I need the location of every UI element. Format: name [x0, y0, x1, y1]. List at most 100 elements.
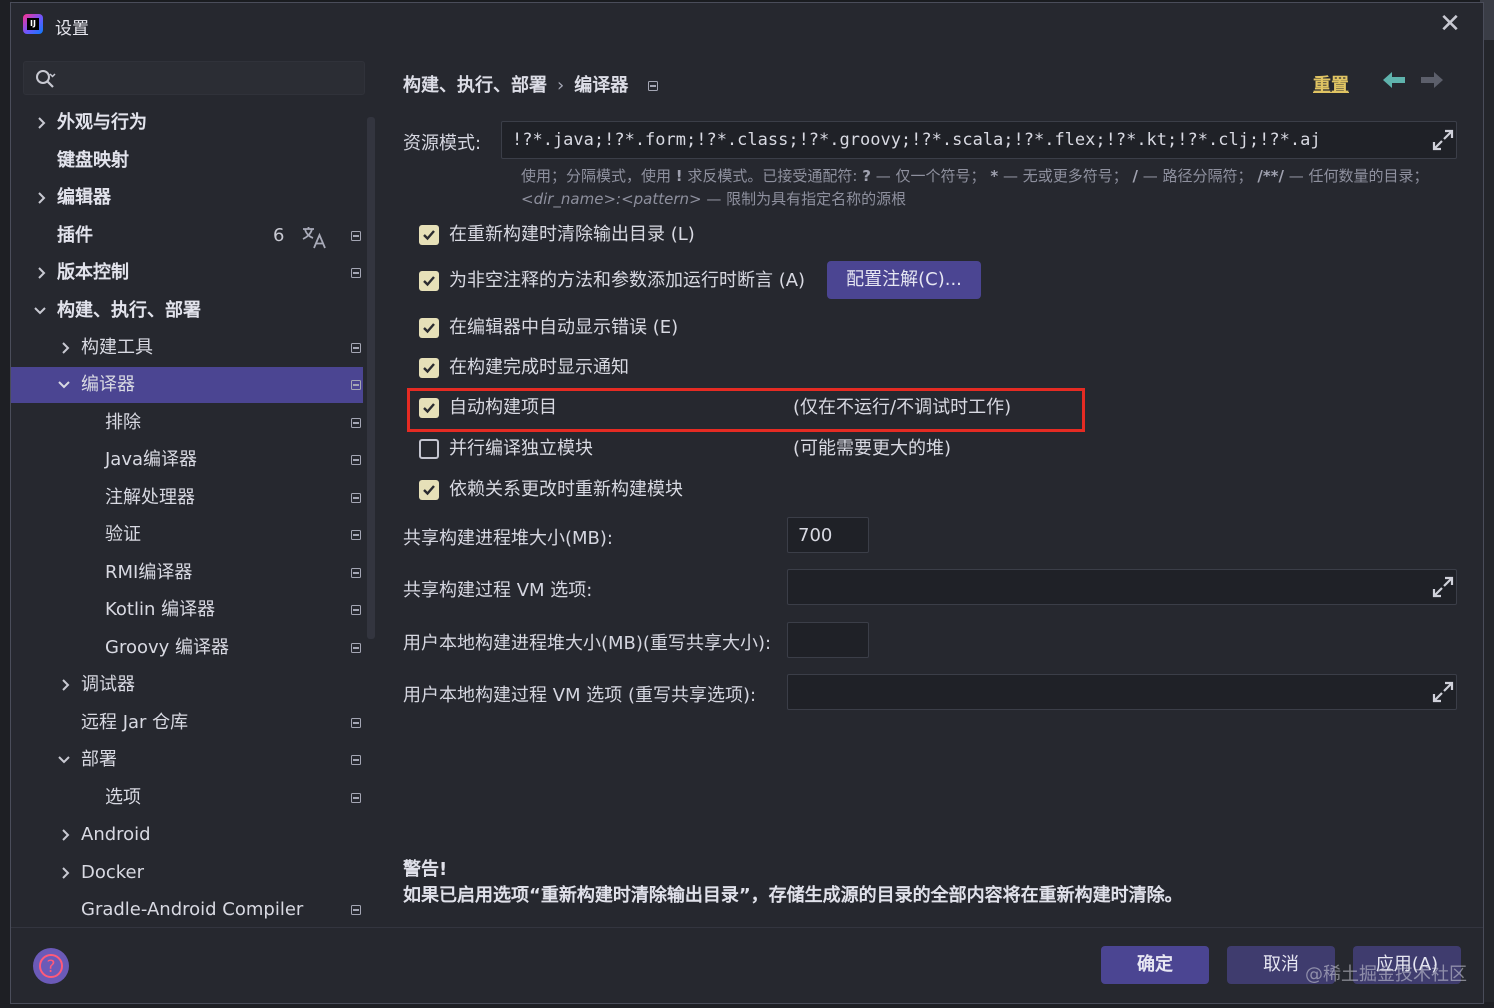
project-level-icon	[351, 455, 361, 465]
project-level-icon	[351, 755, 361, 765]
sidebar-item-android[interactable]: Android	[11, 817, 363, 853]
user-vm-options-label: 用户本地构建过程 VM 选项 (重写共享选项):	[403, 685, 757, 706]
sidebar-item-label: 远程 Jar 仓库	[81, 712, 189, 733]
search-icon	[36, 70, 56, 88]
checkbox-label: 依赖关系更改时重新构建模块	[449, 479, 683, 500]
compile-modules-in-parallel-checkbox[interactable]: 并行编译独立模块 (可能需要更大的堆)	[419, 435, 1059, 463]
sidebar-item-label: RMI编译器	[105, 562, 193, 583]
sidebar-item-label: 编译器	[81, 374, 135, 395]
checkbox-checked[interactable]	[419, 398, 439, 418]
chevron-right-icon	[38, 267, 46, 279]
sidebar-item-label: 构建、执行、部署	[57, 300, 201, 321]
sidebar-item-groovy-compiler[interactable]: Groovy 编译器	[11, 630, 363, 666]
checkbox-note: (可能需要更大的堆)	[793, 438, 952, 459]
chevron-right-icon	[62, 342, 70, 354]
project-level-icon	[351, 493, 361, 503]
checkbox-label: 在编辑器中自动显示错误 (E)	[449, 317, 679, 338]
plugin-update-count: 6	[273, 225, 285, 246]
warning-text: 如果已启用选项“重新构建时清除输出目录”，存储生成源的目录的全部内容将在重新构建…	[403, 885, 1183, 906]
arrow-right-icon[interactable]	[1419, 69, 1445, 91]
project-level-icon	[351, 231, 361, 241]
checkbox-label: 为非空注释的方法和参数添加运行时断言 (A)	[449, 270, 806, 291]
resource-patterns-input[interactable]	[501, 121, 1457, 159]
sidebar-item-editor[interactable]: 编辑器	[11, 180, 363, 216]
sidebar-item-deployment[interactable]: 部署	[11, 742, 363, 778]
project-level-icon	[351, 268, 361, 278]
sidebar-item-debugger[interactable]: 调试器	[11, 667, 363, 703]
sidebar-item-label: Groovy 编译器	[105, 637, 230, 658]
checkbox-checked[interactable]	[419, 225, 439, 245]
shared-heap-label: 共享构建进程堆大小(MB):	[403, 528, 613, 549]
expand-icon[interactable]	[1431, 680, 1455, 704]
checkbox-checked[interactable]	[419, 358, 439, 378]
sidebar-item-build-tools[interactable]: 构建工具	[11, 330, 363, 366]
sidebar-item-annotation-processors[interactable]: 注解处理器	[11, 480, 363, 516]
breadcrumb-item[interactable]: 构建、执行、部署	[403, 75, 547, 96]
user-heap-input[interactable]	[787, 622, 869, 658]
project-level-icon	[351, 905, 361, 915]
arrow-left-icon[interactable]	[1381, 69, 1407, 91]
sidebar-item-options[interactable]: 选项	[11, 780, 363, 816]
project-level-icon	[351, 643, 361, 653]
build-project-automatically-checkbox[interactable]: 自动构建项目 (仅在不运行/不调试时工作)	[419, 394, 1059, 422]
chevron-right-icon	[62, 829, 70, 841]
project-level-icon	[351, 418, 361, 428]
sidebar-item-excludes[interactable]: 排除	[11, 405, 363, 441]
checkbox-checked[interactable]	[419, 318, 439, 338]
sidebar-item-label: 外观与行为	[57, 112, 147, 133]
checkbox-unchecked[interactable]	[419, 439, 439, 459]
shared-heap-input[interactable]	[787, 517, 869, 553]
configure-annotations-button[interactable]: 配置注解(C)...	[827, 261, 981, 299]
chevron-right-icon	[62, 679, 70, 691]
shared-vm-options-input[interactable]	[787, 569, 1457, 605]
sidebar-item-appearance[interactable]: 外观与行为	[11, 105, 363, 141]
sidebar-item-java-compiler[interactable]: Java编译器	[11, 442, 363, 478]
reset-link[interactable]: 重置	[1313, 71, 1349, 97]
sidebar-item-label: Gradle-Android Compiler	[81, 899, 304, 920]
search-input[interactable]	[60, 64, 360, 92]
chevron-right-icon	[38, 117, 46, 129]
sidebar-item-label: 插件	[57, 225, 93, 246]
resource-patterns-hint: 使用；分隔模式，使用 ! 求反模式。已接受通配符: ? — 仅一个符号； * —…	[521, 167, 1429, 208]
sidebar-item-label: 注解处理器	[105, 487, 195, 508]
settings-dialog: IJ 设置 ✕ 外观与行为 键盘映射 编辑器 插件 6 版本控制 构建、执行、部…	[10, 2, 1484, 1004]
project-level-icon	[351, 568, 361, 578]
chevron-right-icon	[62, 867, 70, 879]
sidebar-item-kotlin-compiler[interactable]: Kotlin 编译器	[11, 592, 363, 628]
ok-button[interactable]: 确定	[1101, 946, 1209, 984]
expand-icon[interactable]	[1431, 128, 1455, 152]
sidebar-item-gradle-android-compiler[interactable]: Gradle-Android Compiler	[11, 892, 363, 928]
sidebar-item-remote-jar-repositories[interactable]: 远程 Jar 仓库	[11, 705, 363, 741]
project-level-icon	[648, 81, 659, 91]
sidebar-item-vcs[interactable]: 版本控制	[11, 255, 363, 291]
chevron-down-icon	[58, 756, 70, 764]
warning-title: 警告!	[403, 859, 448, 880]
sidebar-item-plugins[interactable]: 插件 6	[11, 218, 363, 254]
checkbox-checked[interactable]	[419, 271, 439, 291]
sidebar-item-validation[interactable]: 验证	[11, 517, 363, 553]
project-level-icon	[351, 718, 361, 728]
breadcrumb: 构建、执行、部署 › 编译器	[403, 71, 659, 97]
settings-sidebar: 外观与行为 键盘映射 编辑器 插件 6 版本控制 构建、执行、部署 构建工具 编…	[11, 47, 375, 927]
sidebar-item-keymap[interactable]: 键盘映射	[11, 143, 363, 179]
sidebar-item-label: 排除	[105, 412, 141, 433]
project-level-icon	[351, 605, 361, 615]
help-icon[interactable]: ?	[33, 948, 69, 984]
sidebar-item-rmi-compiler[interactable]: RMI编译器	[11, 555, 363, 591]
close-icon[interactable]: ✕	[1435, 9, 1465, 39]
sidebar-scrollbar[interactable]	[367, 117, 375, 639]
sidebar-item-label: 部署	[81, 749, 117, 770]
sidebar-item-compiler[interactable]: 编译器	[11, 367, 363, 403]
settings-search[interactable]	[23, 61, 365, 95]
project-level-icon	[351, 530, 361, 540]
sidebar-item-label: 编辑器	[57, 187, 111, 208]
expand-icon[interactable]	[1431, 575, 1455, 599]
title-bar: IJ 设置 ✕	[11, 3, 1483, 47]
background-window-edge-right	[1484, 0, 1494, 1008]
user-vm-options-input[interactable]	[787, 674, 1457, 710]
checkbox-checked[interactable]	[419, 480, 439, 500]
sidebar-item-build-execution-deployment[interactable]: 构建、执行、部署	[11, 293, 363, 329]
sidebar-item-label: 键盘映射	[57, 150, 129, 171]
sidebar-item-docker[interactable]: Docker	[11, 855, 363, 891]
chevron-down-icon	[34, 307, 46, 315]
